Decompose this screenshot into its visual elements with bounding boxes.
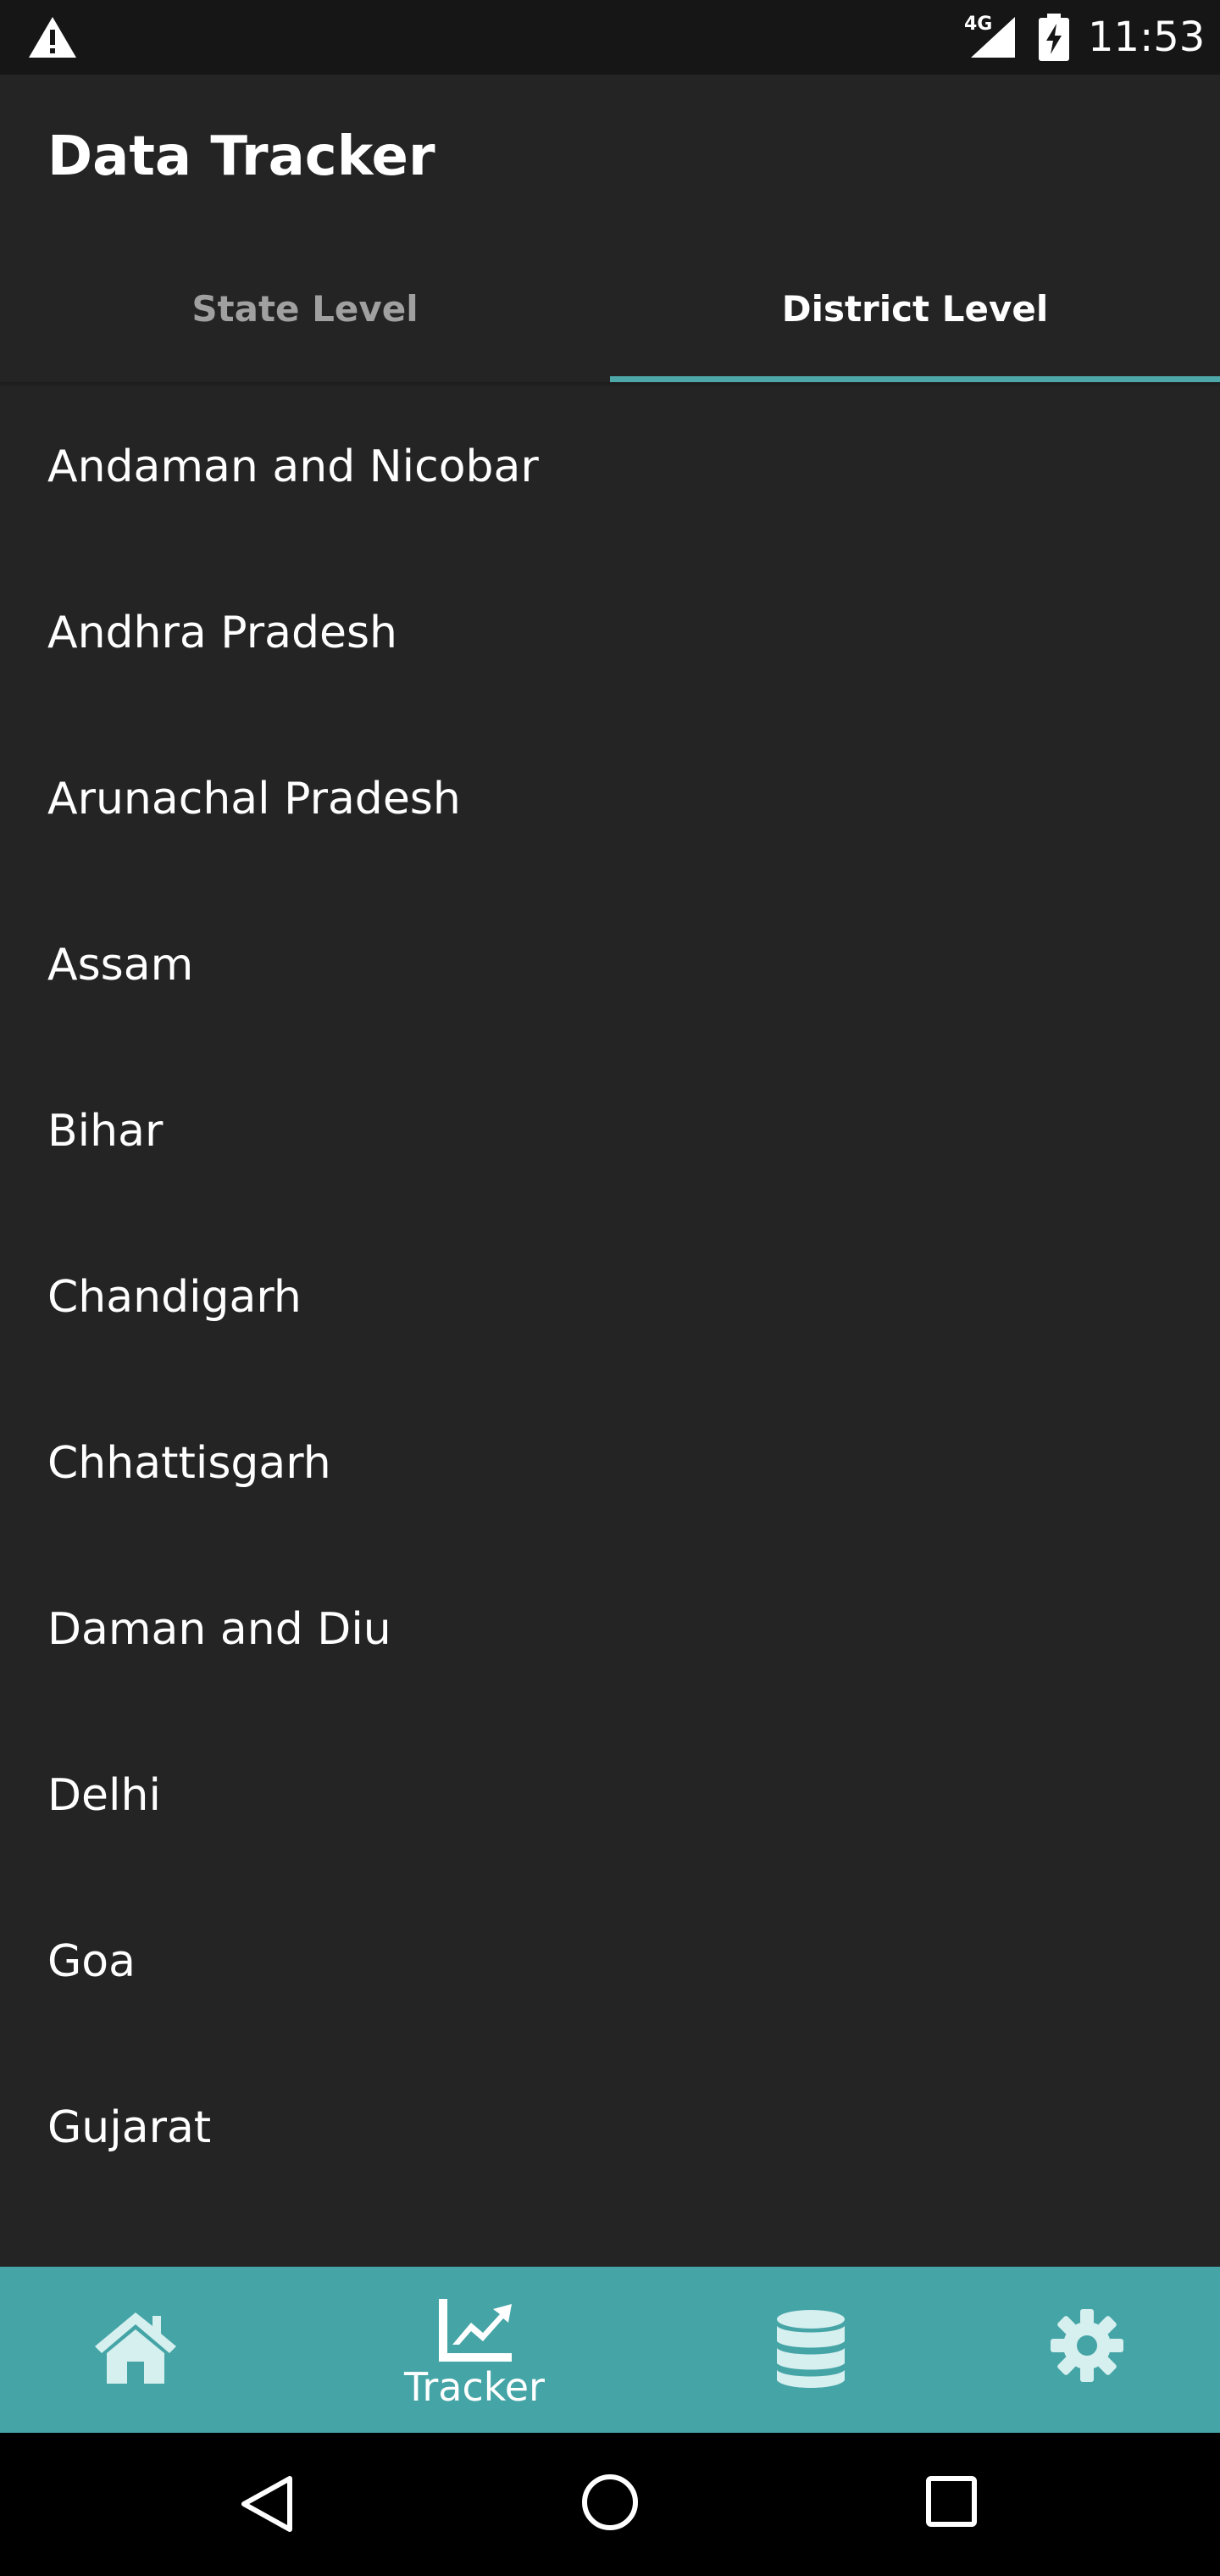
status-bar: 4G 11:53 — [0, 0, 1220, 75]
nav-home-button[interactable] — [76, 2267, 195, 2433]
list-item[interactable]: Chandigarh — [0, 1214, 1220, 1380]
signal-icon — [971, 17, 1015, 58]
system-navigation-bar — [0, 2433, 1220, 2576]
database-icon — [777, 2310, 845, 2388]
list-item[interactable]: Daman and Diu — [0, 1546, 1220, 1713]
list-item[interactable]: Assam — [0, 882, 1220, 1048]
battery-charging-icon — [1039, 14, 1069, 61]
list-item[interactable]: Andaman and Nicobar — [0, 384, 1220, 550]
back-icon[interactable] — [237, 2473, 297, 2534]
bottom-navigation: Tracker — [0, 2267, 1220, 2433]
page-title: Data Tracker — [47, 125, 435, 188]
warning-icon — [29, 17, 76, 58]
list-item[interactable]: Bihar — [0, 1048, 1220, 1214]
home-icon — [95, 2312, 176, 2384]
chart-line-icon — [439, 2299, 512, 2362]
nav-tracker-button[interactable]: Tracker — [390, 2267, 559, 2433]
tab-state-level[interactable]: State Level — [0, 249, 610, 385]
list-item[interactable]: Andhra Pradesh — [0, 550, 1220, 716]
tab-indicator — [610, 376, 1220, 382]
nav-settings-button[interactable] — [1042, 2267, 1144, 2433]
screen: 4G 11:53 Data Tracker State Level Distri… — [0, 0, 1220, 2576]
list-item[interactable]: Arunachal Pradesh — [0, 716, 1220, 882]
list-item[interactable]: Delhi — [0, 1713, 1220, 1879]
tab-district-level[interactable]: District Level — [610, 249, 1220, 385]
home-circle-icon[interactable] — [580, 2472, 640, 2533]
state-list[interactable]: Andaman and Nicobar Andhra Pradesh Aruna… — [0, 384, 1220, 2267]
list-item[interactable]: Gujarat — [0, 2045, 1220, 2211]
gear-icon — [1051, 2309, 1123, 2382]
list-item[interactable]: Chhattisgarh — [0, 1380, 1220, 1546]
recent-apps-icon[interactable] — [925, 2475, 978, 2528]
list-item[interactable]: Goa — [0, 1879, 1220, 2045]
nav-tracker-label: Tracker — [404, 2364, 545, 2410]
tab-bar: State Level District Level — [0, 249, 1220, 385]
nav-database-button[interactable] — [762, 2267, 864, 2433]
clock: 11:53 — [1088, 14, 1206, 61]
